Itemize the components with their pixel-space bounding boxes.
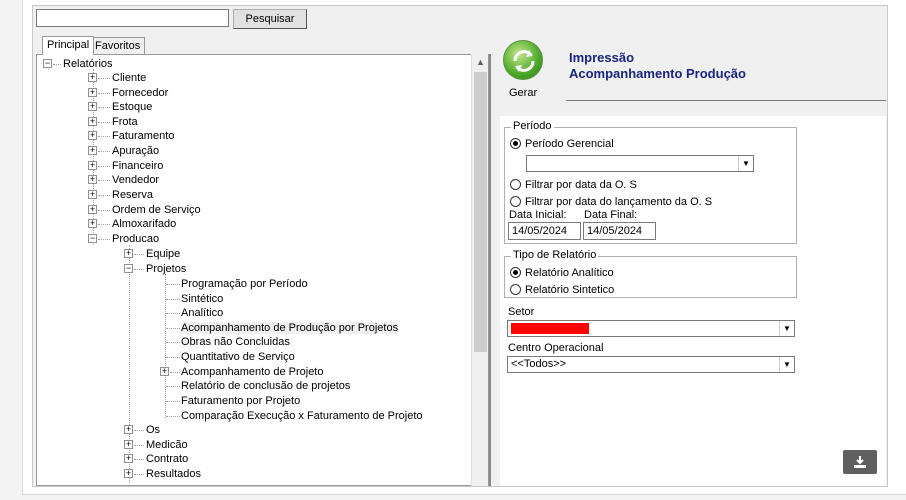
download-button[interactable] bbox=[843, 450, 877, 474]
tree-item-reserva[interactable]: Reserva bbox=[112, 188, 153, 202]
radio-icon[interactable] bbox=[510, 195, 521, 207]
expand-icon[interactable]: + bbox=[88, 205, 97, 214]
tree-item-financeiro[interactable]: Financeiro bbox=[112, 159, 163, 173]
expand-icon[interactable]: + bbox=[88, 190, 97, 199]
tree-item-cliente[interactable]: Cliente bbox=[112, 71, 146, 85]
tree-item-conclusao-projetos[interactable]: Relatório de conclusão de projetos bbox=[181, 379, 350, 393]
radio-filtro-os[interactable]: Filtrar por data da O. S bbox=[510, 178, 637, 192]
tree-item-apuracao[interactable]: Apuração bbox=[112, 144, 159, 158]
tree-item-almoxarifado[interactable]: Almoxarifado bbox=[112, 217, 176, 231]
tipo-relatorio-title: Tipo de Relatório bbox=[511, 249, 599, 261]
expand-icon[interactable]: + bbox=[88, 73, 97, 82]
collapse-icon[interactable]: − bbox=[43, 59, 52, 68]
scroll-thumb[interactable] bbox=[474, 72, 487, 352]
search-button[interactable]: Pesquisar bbox=[233, 9, 307, 29]
data-inicial-input[interactable]: 14/05/2024 bbox=[508, 222, 581, 240]
chevron-down-icon[interactable]: ▼ bbox=[738, 156, 753, 171]
tree-item-estoque[interactable]: Estoque bbox=[112, 100, 152, 114]
expand-icon[interactable]: + bbox=[88, 175, 97, 184]
tab-principal[interactable]: Principal bbox=[42, 36, 95, 55]
expand-icon[interactable]: + bbox=[88, 117, 97, 126]
tree-item-sintetico[interactable]: Sintético bbox=[181, 292, 223, 306]
title-divider bbox=[566, 100, 886, 101]
tree-item-vendedor[interactable]: Vendedor bbox=[112, 173, 159, 187]
centro-operacional-label: Centro Operacional bbox=[508, 342, 604, 354]
page-title: Impressão bbox=[569, 50, 635, 65]
search-input[interactable] bbox=[36, 9, 229, 27]
redacted-value bbox=[511, 323, 589, 334]
radio-periodo-gerencial[interactable]: Período Gerencial bbox=[510, 137, 614, 151]
radio-icon[interactable] bbox=[510, 283, 521, 295]
tree-item-acompanhamento-projeto[interactable]: Acompanhamento de Projeto bbox=[181, 365, 323, 379]
periodo-gerencial-select[interactable]: ▼ bbox=[526, 155, 754, 172]
chevron-down-icon[interactable]: ▼ bbox=[779, 357, 794, 372]
centro-operacional-select[interactable]: <<Todos>> ▼ bbox=[507, 356, 795, 373]
data-final-input[interactable]: 14/05/2024 bbox=[583, 222, 656, 240]
collapse-icon[interactable]: − bbox=[88, 234, 97, 243]
expand-icon[interactable]: + bbox=[88, 102, 97, 111]
tree-item-equipe[interactable]: Equipe bbox=[146, 247, 180, 261]
radio-sintetico[interactable]: Relatório Sintetico bbox=[510, 283, 614, 297]
data-inicial-label: Data Inicial: bbox=[509, 209, 567, 221]
tree-item-obras-nao-concluidas[interactable]: Obras não Concluidas bbox=[181, 335, 290, 349]
expand-icon[interactable]: + bbox=[124, 440, 133, 449]
radio-filtro-lancamento[interactable]: Filtrar por data do lançamento da O. S bbox=[510, 195, 712, 209]
tree-item-fornecedor[interactable]: Fornecedor bbox=[112, 86, 168, 100]
tree-item-faturamento[interactable]: Faturamento bbox=[112, 129, 174, 143]
tree-item-os[interactable]: Os bbox=[146, 423, 160, 437]
radio-checked-icon[interactable] bbox=[510, 266, 521, 278]
expand-icon[interactable]: + bbox=[88, 219, 97, 228]
tree-item-comparacao-execucao[interactable]: Comparação Execução x Faturamento de Pro… bbox=[181, 409, 423, 423]
expand-icon[interactable]: + bbox=[124, 469, 133, 478]
gerar-button[interactable]: Gerar bbox=[509, 87, 537, 99]
panel-splitter[interactable] bbox=[489, 54, 491, 486]
tree-item-medicao[interactable]: Medicão bbox=[146, 438, 188, 452]
radio-checked-icon[interactable] bbox=[510, 137, 521, 149]
tree-item-analitico[interactable]: Analítico bbox=[181, 306, 223, 320]
expand-icon[interactable]: + bbox=[88, 161, 97, 170]
expand-icon[interactable]: + bbox=[124, 249, 133, 258]
tree-item-resultados[interactable]: Resultados bbox=[146, 467, 201, 481]
tab-favoritos[interactable]: Favoritos bbox=[90, 37, 146, 54]
scroll-up-arrow-icon[interactable]: ▲ bbox=[472, 54, 489, 71]
expand-icon[interactable]: + bbox=[88, 146, 97, 155]
tree-item-acompanhamento-producao-projetos[interactable]: Acompanhamento de Produção por Projetos bbox=[181, 321, 399, 335]
radio-icon[interactable] bbox=[510, 178, 521, 190]
tree-item-producao[interactable]: Producao bbox=[112, 232, 159, 246]
data-final-label: Data Final: bbox=[584, 209, 638, 221]
setor-label: Setor bbox=[508, 306, 535, 318]
periodo-title: Período bbox=[511, 120, 554, 132]
tree-item-programacao-periodo[interactable]: Programação por Período bbox=[181, 277, 308, 291]
collapse-icon[interactable]: − bbox=[124, 264, 133, 273]
refresh-icon[interactable] bbox=[503, 40, 543, 80]
chevron-down-icon[interactable]: ▼ bbox=[779, 321, 794, 336]
tree-item-faturamento-projeto[interactable]: Faturamento por Projeto bbox=[181, 394, 300, 408]
tree-scrollbar[interactable]: ▲ bbox=[471, 54, 488, 486]
page-subtitle: Acompanhamento Produção bbox=[569, 66, 746, 81]
tree-item-ordem-servico[interactable]: Ordem de Serviço bbox=[112, 203, 201, 217]
download-icon bbox=[854, 456, 866, 468]
setor-select[interactable]: ▼ bbox=[507, 320, 795, 337]
tree-item-projetos[interactable]: Projetos bbox=[146, 262, 186, 276]
report-tree: − Relatórios + Cliente + Fornecedor + Es… bbox=[36, 54, 489, 486]
expand-icon[interactable]: + bbox=[124, 425, 133, 434]
expand-icon[interactable]: + bbox=[160, 367, 169, 376]
expand-icon[interactable]: + bbox=[88, 131, 97, 140]
radio-analitico[interactable]: Relatório Analítico bbox=[510, 266, 614, 280]
tree-item-quantitativo-servico[interactable]: Quantitativo de Serviço bbox=[181, 350, 295, 364]
tree-item-frota[interactable]: Frota bbox=[112, 115, 138, 129]
tree-root[interactable]: Relatórios bbox=[63, 57, 113, 71]
expand-icon[interactable]: + bbox=[124, 454, 133, 463]
expand-icon[interactable]: + bbox=[88, 88, 97, 97]
tree-item-contrato[interactable]: Contrato bbox=[146, 452, 188, 466]
